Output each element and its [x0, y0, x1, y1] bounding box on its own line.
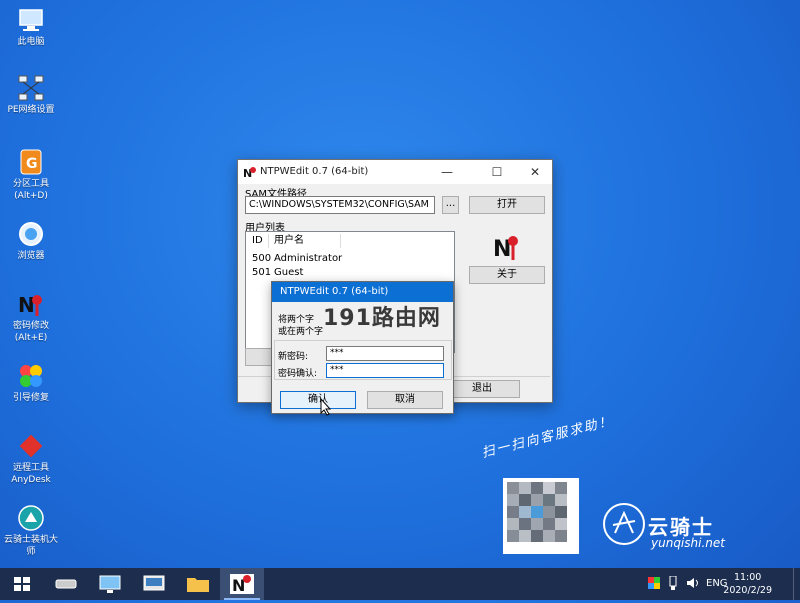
column-header-username[interactable]: 用户名 [274, 232, 304, 250]
desktop-icon-label: 远程工具 AnyDesk [11, 463, 51, 485]
new-password-field[interactable]: *** [326, 346, 444, 361]
svg-text:N: N [18, 293, 35, 317]
usb-icon[interactable] [668, 568, 678, 600]
desktop-icon-label: 云骑士装机大 师 [3, 535, 58, 557]
desktop-icon-password-edit[interactable]: N 密码修改 (Alt+E) [0, 290, 62, 344]
desktop-icon-boot-repair[interactable]: 引导修复 [0, 362, 62, 404]
window-titlebar[interactable]: N NTPWEdit 0.7 (64-bit) — ☐ ✕ [238, 160, 552, 184]
partition-tool-icon: G [17, 148, 45, 176]
folder-icon [187, 578, 209, 592]
window-title: NTPWEdit 0.7 (64-bit) [260, 166, 369, 177]
taskbar-ntpwedit[interactable]: N [220, 568, 264, 600]
desktop-icon-yunqishi[interactable]: 云骑士装机大 师 [0, 504, 62, 558]
new-password-label: 新密码: [278, 352, 309, 362]
mouse-cursor-icon [320, 397, 332, 416]
taskbar-computer[interactable] [88, 568, 132, 600]
confirm-password-field[interactable]: *** [326, 363, 444, 378]
user-name: Administrator [274, 253, 343, 264]
password-edit-icon: N [17, 290, 45, 318]
desktop-icon-label: 分区工具 (Alt+D) [12, 179, 49, 201]
desktop-icon-label: 密码修改 (Alt+E) [12, 321, 49, 343]
dialog-title[interactable]: NTPWEdit 0.7 (64-bit) [272, 282, 453, 302]
user-id: 500 [252, 253, 272, 264]
column-divider [268, 234, 269, 248]
taskbar-disk-tool[interactable] [44, 568, 88, 600]
taskbar: N ENG 11:00 2020/2/29 [0, 568, 800, 600]
system-clock[interactable]: 11:00 2020/2/29 [723, 571, 772, 597]
disk-icon [55, 579, 77, 589]
anydesk-icon [17, 432, 45, 460]
yunqishi-icon [17, 504, 45, 532]
user-id: 501 [252, 267, 272, 278]
confirm-password-label: 密码确认: [278, 369, 318, 379]
dialog-instruction-line2: 或在两个字 [278, 327, 324, 337]
taskbar-explorer[interactable] [176, 568, 220, 600]
svg-text:G: G [26, 156, 38, 172]
watermark: 191路由网 [323, 306, 441, 331]
windows-start-icon [14, 577, 30, 591]
cancel-button[interactable]: 取消 [367, 391, 443, 409]
desktop-icon-label: 浏览器 [17, 251, 45, 261]
desktop-icon-label: PE网络设置 [7, 105, 55, 115]
yunqishi-logo-icon [603, 503, 645, 545]
network-monitor-icon [143, 575, 165, 591]
maximize-button[interactable]: ☐ [482, 160, 512, 184]
column-divider [340, 234, 341, 248]
boot-repair-icon [17, 362, 45, 390]
about-button[interactable]: 关于 [469, 266, 545, 284]
close-button[interactable]: ✕ [520, 160, 550, 184]
show-desktop-button[interactable] [793, 568, 800, 600]
qr-code-image [503, 478, 579, 554]
ntpwedit-app-icon: N [243, 165, 257, 180]
desktop-icon-computer[interactable]: 此电脑 [0, 6, 62, 48]
computer-icon [17, 6, 45, 34]
desktop-icon-label: 引导修复 [12, 393, 49, 403]
taskbar-network[interactable] [132, 568, 176, 600]
desktop-icon-anydesk[interactable]: 远程工具 AnyDesk [0, 432, 62, 486]
desktop-icon-partition-tool[interactable]: G 分区工具 (Alt+D) [0, 148, 62, 202]
sam-path-field[interactable]: C:\WINDOWS\SYSTEM32\CONFIG\SAM [245, 196, 435, 214]
start-button[interactable] [0, 568, 44, 600]
column-header-id[interactable]: ID [252, 232, 263, 250]
browse-button[interactable]: ... [442, 196, 459, 214]
brand-url: yunqishi.net [651, 536, 725, 550]
user-name: Guest [274, 267, 304, 278]
monitor-icon [99, 575, 121, 593]
minimize-button[interactable]: — [432, 160, 462, 184]
exit-button[interactable]: 退出 [444, 380, 520, 398]
volume-icon[interactable] [686, 568, 700, 600]
ntpwedit-logo-icon: N [492, 232, 522, 262]
ntpwedit-taskbar-icon: N [230, 574, 254, 595]
open-button[interactable]: 打开 [469, 196, 545, 214]
browser-icon [17, 220, 45, 248]
tray-color-icon[interactable] [648, 568, 660, 600]
qr-caption: 扫一扫向客服求助！ [480, 413, 616, 461]
network-icon [17, 74, 45, 102]
ok-button[interactable]: 确认 [280, 391, 356, 409]
clock-date: 2020/2/29 [723, 585, 772, 596]
desktop-icon-browser[interactable]: 浏览器 [0, 220, 62, 262]
desktop-icon-pe-network[interactable]: PE网络设置 [0, 74, 62, 116]
clock-time: 11:00 [733, 572, 762, 583]
desktop-icon-label: 此电脑 [17, 37, 45, 47]
